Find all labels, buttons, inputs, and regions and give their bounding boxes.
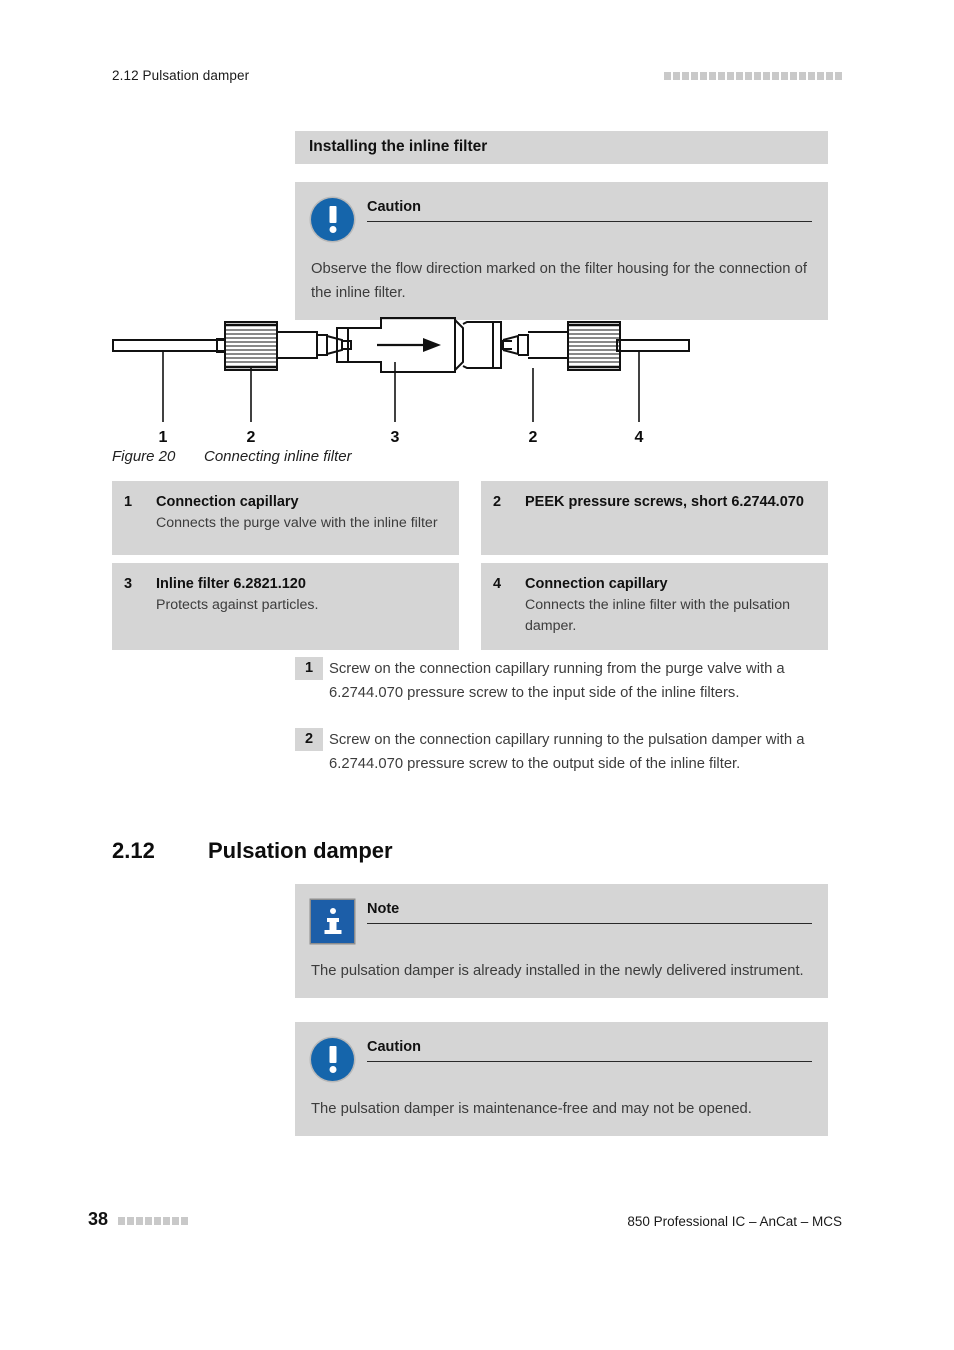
inline-filter-diagram: 1 2 3 2 4 (112, 317, 690, 446)
figure-legend-table: 1 Connection capillary Connects the purg… (112, 481, 828, 658)
caution-body-top: Observe the flow direction marked on the… (311, 261, 807, 301)
caution-box-bottom: Caution The pulsation damper is maintena… (295, 1022, 828, 1136)
figure-callout-4: 4 (635, 429, 644, 446)
chapter-title: Pulsation damper (208, 838, 393, 863)
caution-body-bottom: The pulsation damper is maintenance-free… (311, 1101, 752, 1117)
legend-item-number: 4 (493, 576, 502, 592)
figure-caption: Figure 20 Connecting inline filter (112, 448, 352, 465)
page-footer: 38 850 Professional IC – AnCat – MCS (88, 1209, 842, 1233)
header-dot-strip (664, 72, 842, 80)
section-band-installing-inline-filter: Installing the inline filter (295, 131, 828, 164)
caution-rule-bottom (367, 1061, 812, 1063)
footer-product-name: 850 Professional IC – AnCat – MCS (627, 1214, 842, 1229)
legend-item-title: Connection capillary (525, 576, 668, 592)
step-number-badge: 1 (295, 657, 323, 680)
legend-item-desc: Connects the purge valve with the inline… (156, 515, 438, 532)
note-body: The pulsation damper is already installe… (311, 963, 804, 979)
caution-label-bottom: Caution (367, 1039, 421, 1055)
chapter-heading: 2.12 Pulsation damper (112, 838, 393, 864)
caution-label-top: Caution (367, 199, 421, 215)
legend-item-title: PEEK pressure screws, short 6.2744.070 (525, 494, 804, 510)
info-square-icon (311, 900, 357, 946)
legend-item-title: Connection capillary (156, 494, 299, 510)
legend-item-number: 2 (493, 494, 502, 510)
legend-item-number: 3 (124, 576, 133, 592)
figure-callout-3: 3 (391, 429, 400, 446)
legend-row: 1 Connection capillary Connects the purg… (112, 481, 828, 555)
figure-callout-2-left: 2 (247, 429, 256, 446)
legend-item-number: 1 (124, 494, 133, 510)
step-text: Screw on the connection capillary runnin… (329, 661, 785, 701)
legend-item-2: 2 PEEK pressure screws, short 6.2744.070 (481, 481, 828, 555)
caution-circle-icon (311, 1038, 357, 1084)
figure-caption-number: Figure 20 (112, 448, 176, 465)
step-text: Screw on the connection capillary runnin… (329, 731, 805, 772)
legend-item-desc: Protects against particles. (156, 597, 319, 614)
step-item: 2 Screw on the connection capillary runn… (295, 727, 840, 777)
legend-item-title: Inline filter 6.2821.120 (156, 576, 306, 592)
page-number: 38 (88, 1209, 109, 1229)
figure-caption-text: Connecting inline filter (204, 448, 352, 465)
legend-row: 3 Inline filter 6.2821.120 Protects agai… (112, 563, 828, 650)
figure-callout-2-right: 2 (529, 429, 538, 446)
footer-dot-strip (118, 1217, 188, 1225)
legend-item-3: 3 Inline filter 6.2821.120 Protects agai… (112, 563, 459, 650)
note-label: Note (367, 901, 400, 917)
note-rule (367, 923, 812, 925)
note-box: Note The pulsation damper is already ins… (295, 884, 828, 998)
caution-rule-top (367, 221, 812, 223)
chapter-number: 2.12 (112, 838, 155, 863)
step-item: 1 Screw on the connection capillary runn… (295, 657, 840, 706)
legend-item-desc: Connects the inline filter with the puls… (525, 597, 790, 635)
caution-box-top: Caution Observe the flow direction marke… (295, 182, 828, 320)
legend-item-1: 1 Connection capillary Connects the purg… (112, 481, 459, 555)
document-page: 2.12 Pulsation damper Installing the inl… (0, 0, 954, 1350)
caution-circle-icon (311, 198, 357, 244)
figure-callout-1: 1 (159, 429, 168, 446)
running-header: 2.12 Pulsation damper (112, 68, 842, 88)
step-number-badge: 2 (295, 727, 323, 751)
instruction-steps: 1 Screw on the connection capillary runn… (295, 657, 840, 799)
running-header-title: 2.12 Pulsation damper (112, 68, 250, 83)
figure-connecting-inline-filter: 1 2 3 2 4 (105, 310, 845, 450)
legend-item-4: 4 Connection capillary Connects the inli… (481, 563, 828, 650)
